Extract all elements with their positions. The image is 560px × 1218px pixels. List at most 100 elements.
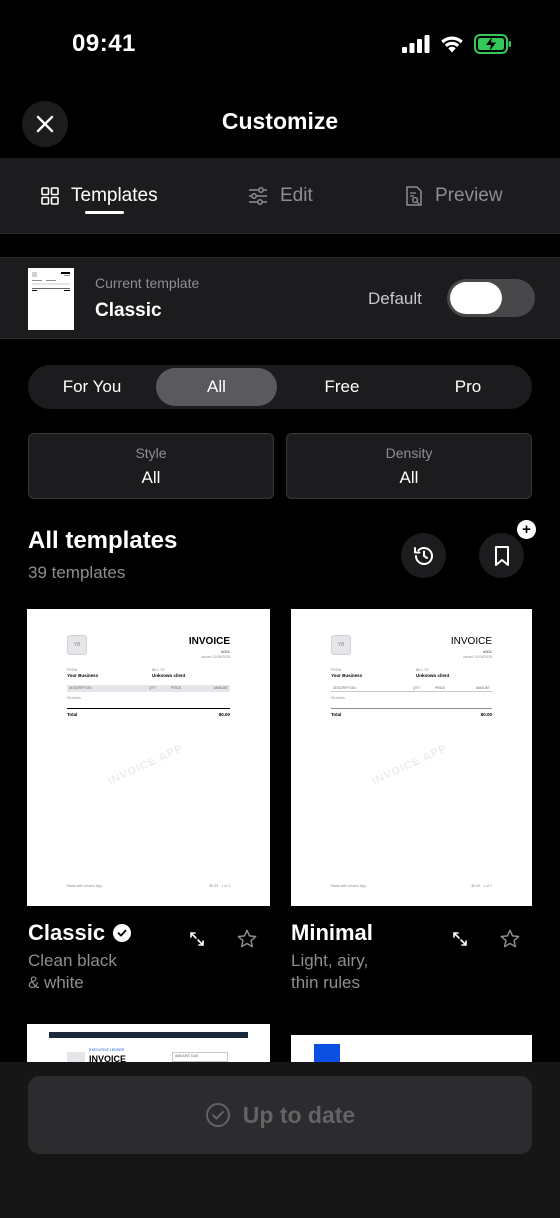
bottom-action-bar: Up to date: [0, 1062, 560, 1218]
current-template-label: Current template: [95, 275, 200, 291]
expand-icon[interactable]: [186, 928, 208, 950]
template-name-classic-label: Classic: [28, 920, 106, 945]
segment-all[interactable]: All: [156, 368, 277, 406]
invoice-col-qty: QTY: [413, 686, 420, 690]
checkmark-icon: [113, 924, 132, 942]
document-preview-icon: [406, 186, 422, 206]
invoice-col-amount: AMOUNT: [475, 686, 490, 690]
template-desc-classic-line1: Clean black: [28, 951, 117, 970]
invoice-issued: Issued 12/05/2025: [201, 655, 230, 659]
segment-free[interactable]: Free: [280, 368, 404, 406]
status-icons: [402, 34, 512, 59]
history-icon: [413, 546, 433, 565]
invoice-total: $0.00: [218, 712, 230, 717]
invoice-from-label: FROM: [67, 668, 78, 672]
template-desc-classic-line2: & white: [28, 973, 84, 992]
invoice-to: Unknown client: [416, 673, 450, 678]
tab-preview[interactable]: Preview: [405, 158, 503, 234]
star-icon[interactable]: [499, 928, 521, 950]
navigation-bar: Customize: [0, 90, 560, 158]
invoice-col-price: PRICE: [435, 686, 446, 690]
expand-icon[interactable]: [449, 928, 471, 950]
template-preview-classic[interactable]: YB INVOICE #001 Issued 12/05/2025 FROM Y…: [27, 609, 270, 906]
style-filter-label: Style: [135, 445, 167, 461]
style-filter[interactable]: Style All: [28, 433, 274, 499]
invoice-col-amount: AMOUNT: [213, 686, 228, 690]
invoice-total: $0.00: [480, 712, 492, 717]
segment-pro[interactable]: Pro: [407, 368, 529, 406]
template-name-classic: Classic: [28, 920, 132, 946]
invoice-footer-right: $0.00 · 1 of 1: [471, 884, 492, 888]
invoice-divider: [67, 708, 230, 709]
tab-templates-label: Templates: [71, 185, 158, 206]
template-desc-minimal-line2: thin rules: [291, 973, 360, 992]
invoice-total-label: Total: [331, 712, 342, 717]
invoice-col-qty: QTY: [149, 686, 156, 690]
template-preview-bold[interactable]: [291, 1035, 532, 1065]
template-name-minimal-label: Minimal: [291, 920, 373, 945]
battery-charging-icon: [474, 34, 512, 59]
history-button[interactable]: [401, 533, 446, 578]
invoice-footer-right: $0.00 · 1 of 1: [209, 884, 230, 888]
tab-templates[interactable]: Templates: [41, 158, 158, 234]
default-toggle[interactable]: [447, 279, 535, 317]
invoice-no-items: No items: [67, 696, 81, 700]
invoice-total-label: Total: [67, 712, 78, 717]
template-name-minimal: Minimal: [291, 920, 373, 946]
invoice-from: Your Business: [331, 673, 363, 678]
invoice-number: #001: [483, 649, 492, 654]
tab-edit[interactable]: Edit: [248, 158, 313, 234]
page-title: Customize: [221, 108, 339, 134]
up-to-date-button[interactable]: Up to date: [28, 1076, 532, 1154]
category-segmented-control: For You All Free Pro: [28, 365, 532, 409]
invoice-table-header: DESCRIPTION QTY PRICE AMOUNT: [67, 685, 230, 692]
invoice-logo: YB: [67, 635, 87, 655]
invoice-table-header: DESCRIPTION QTY PRICE AMOUNT: [331, 685, 492, 692]
status-time: 09:41: [72, 30, 136, 57]
default-label: Default: [368, 289, 422, 308]
template-preview-executive[interactable]: EXECUTIVE LEDGER INVOICE AMOUNT DUE: [27, 1024, 270, 1064]
invoice-no-items: No items: [331, 696, 345, 700]
invoice-from: Your Business: [67, 673, 99, 678]
signal-icon: [402, 35, 430, 58]
bookmark-icon: [494, 545, 509, 566]
density-filter-value: All: [399, 468, 419, 487]
executive-header-text: EXECUTIVE LEDGER: [89, 1048, 125, 1052]
template-desc-minimal-line1: Light, airy,: [291, 951, 369, 970]
invoice-number: #001: [221, 649, 230, 654]
invoice-footer-left: Made with Invoice App: [331, 884, 367, 888]
check-circle-icon: [205, 1103, 230, 1127]
saved-templates-button[interactable]: [479, 533, 524, 578]
density-filter[interactable]: Density All: [286, 433, 532, 499]
toggle-knob: [450, 282, 502, 314]
star-icon[interactable]: [236, 928, 258, 950]
invoice-watermark: INVOICE APP: [106, 742, 186, 788]
section-count: 39 templates: [28, 563, 126, 582]
invoice-issued: Issued 12/05/2025: [463, 655, 492, 659]
active-tab-indicator: [85, 211, 124, 214]
wifi-icon: [440, 35, 464, 58]
current-template-thumbnail: [28, 268, 74, 330]
executive-amount-due: AMOUNT DUE: [172, 1052, 228, 1062]
status-bar: 09:41: [0, 0, 560, 90]
invoice-to: Unknown client: [152, 673, 186, 678]
invoice-logo: YB: [331, 635, 351, 655]
current-template-card: Current template Classic Default: [0, 257, 560, 339]
add-badge-icon[interactable]: +: [517, 520, 536, 539]
template-desc-minimal: Light, airy, thin rules: [291, 950, 368, 994]
up-to-date-label: Up to date: [242, 1101, 356, 1128]
section-title: All templates: [28, 527, 178, 554]
template-preview-minimal[interactable]: YB INVOICE #001 Issued 12/05/2025 FROM Y…: [291, 609, 532, 906]
invoice-to-label: BILL TO: [416, 668, 429, 672]
executive-header-bar: [49, 1032, 248, 1038]
invoice-from-label: FROM: [331, 668, 342, 672]
density-filter-label: Density: [385, 445, 433, 461]
grid-icon: [41, 187, 59, 205]
segment-for-you[interactable]: For You: [31, 368, 153, 406]
current-template-name: Classic: [95, 300, 162, 321]
invoice-footer-left: Made with Invoice App: [67, 884, 103, 888]
style-filter-value: All: [141, 468, 161, 487]
invoice-col-description: DESCRIPTION: [69, 686, 92, 690]
invoice-title: INVOICE: [188, 636, 230, 647]
invoice-col-price: PRICE: [171, 686, 182, 690]
